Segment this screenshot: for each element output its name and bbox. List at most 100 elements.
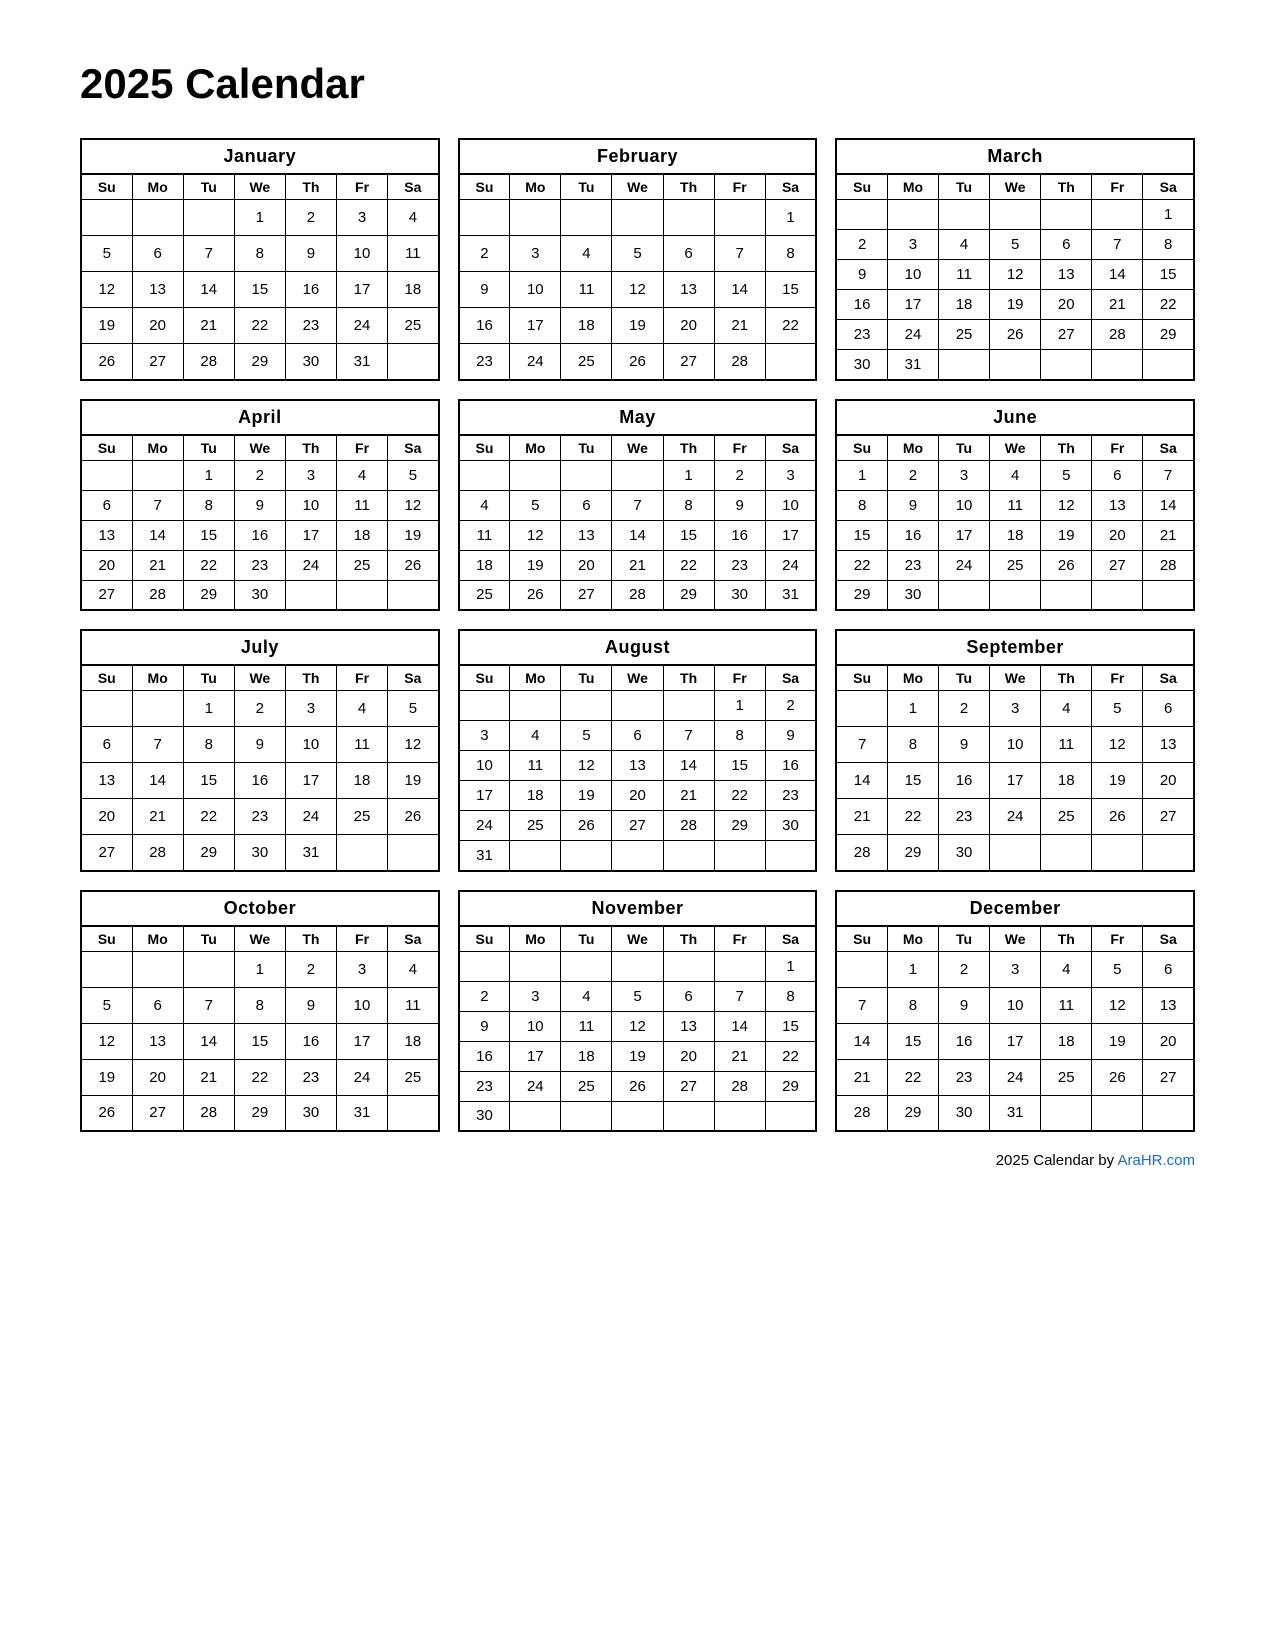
day-cell: 10 [510, 272, 561, 308]
day-cell [1041, 1095, 1092, 1131]
day-cell: 25 [459, 580, 510, 610]
day-cell: 1 [714, 691, 765, 721]
footer-link[interactable]: AraHR.com [1117, 1152, 1195, 1169]
day-cell: 11 [336, 490, 387, 520]
day-header-tu: Tu [939, 926, 990, 952]
day-cell: 12 [81, 272, 132, 308]
day-cell: 19 [388, 520, 439, 550]
day-header-mo: Mo [887, 665, 938, 691]
day-cell: 28 [714, 344, 765, 380]
day-cell [510, 1101, 561, 1131]
day-cell: 14 [1092, 260, 1143, 290]
week-row: 20212223242526 [81, 799, 439, 835]
day-cell: 22 [234, 308, 285, 344]
day-cell: 21 [836, 799, 887, 835]
day-header-we: We [234, 665, 285, 691]
day-header-sa: Sa [765, 174, 816, 200]
day-cell [836, 951, 887, 987]
day-header-su: Su [459, 174, 510, 200]
day-cell: 22 [1143, 290, 1194, 320]
week-row: 2930 [836, 580, 1194, 610]
day-cell: 17 [285, 763, 336, 799]
day-cell: 6 [81, 490, 132, 520]
day-cell: 5 [1092, 951, 1143, 987]
day-cell: 21 [714, 1041, 765, 1071]
day-cell: 8 [234, 987, 285, 1023]
day-cell: 19 [81, 308, 132, 344]
week-row: 19202122232425 [81, 308, 439, 344]
day-cell: 11 [459, 520, 510, 550]
day-cell: 29 [1143, 320, 1194, 350]
day-header-su: Su [836, 926, 887, 952]
day-cell: 11 [1041, 987, 1092, 1023]
day-cell: 27 [561, 580, 612, 610]
day-cell: 12 [510, 520, 561, 550]
day-cell: 30 [234, 580, 285, 610]
day-cell: 24 [285, 550, 336, 580]
day-header-su: Su [836, 665, 887, 691]
day-header-su: Su [81, 926, 132, 952]
day-cell: 17 [459, 781, 510, 811]
day-cell: 15 [234, 272, 285, 308]
day-cell: 11 [561, 1011, 612, 1041]
day-cell: 30 [939, 835, 990, 871]
day-cell [1092, 350, 1143, 380]
day-cell: 12 [612, 1011, 663, 1041]
day-header-mo: Mo [510, 926, 561, 952]
day-cell [663, 841, 714, 871]
day-cell: 14 [183, 272, 234, 308]
day-cell: 1 [663, 460, 714, 490]
day-header-we: We [990, 174, 1041, 200]
day-cell: 27 [81, 580, 132, 610]
day-cell: 19 [510, 550, 561, 580]
day-cell: 23 [887, 550, 938, 580]
day-cell: 13 [561, 520, 612, 550]
day-header-tu: Tu [183, 665, 234, 691]
day-cell: 23 [285, 308, 336, 344]
day-cell: 15 [765, 1011, 816, 1041]
day-cell: 21 [1092, 290, 1143, 320]
month-october: OctoberSuMoTuWeThFrSa1234567891011121314… [80, 890, 440, 1133]
day-cell [663, 691, 714, 721]
day-cell: 30 [939, 1095, 990, 1131]
day-cell: 24 [510, 344, 561, 380]
day-cell: 19 [612, 308, 663, 344]
day-cell: 10 [285, 490, 336, 520]
day-cell: 11 [561, 272, 612, 308]
day-cell: 27 [1041, 320, 1092, 350]
day-cell [81, 460, 132, 490]
day-cell: 6 [1092, 460, 1143, 490]
day-header-we: We [990, 665, 1041, 691]
day-cell: 20 [1143, 763, 1194, 799]
day-cell: 21 [612, 550, 663, 580]
day-header-mo: Mo [887, 926, 938, 952]
day-cell: 1 [183, 691, 234, 727]
day-header-mo: Mo [887, 435, 938, 461]
day-cell: 24 [887, 320, 938, 350]
day-cell: 10 [459, 751, 510, 781]
day-cell: 29 [183, 580, 234, 610]
day-cell: 7 [183, 987, 234, 1023]
day-cell: 27 [612, 811, 663, 841]
day-cell: 19 [388, 763, 439, 799]
day-header-sa: Sa [1143, 665, 1194, 691]
day-cell: 22 [887, 799, 938, 835]
week-row: 14151617181920 [836, 763, 1194, 799]
day-cell: 27 [663, 1071, 714, 1101]
day-header-we: We [234, 435, 285, 461]
day-header-th: Th [663, 435, 714, 461]
week-row: 123456 [836, 691, 1194, 727]
day-cell [81, 691, 132, 727]
day-cell: 4 [510, 721, 561, 751]
day-cell: 5 [1041, 460, 1092, 490]
day-cell: 19 [990, 290, 1041, 320]
day-cell: 6 [663, 981, 714, 1011]
week-row: 262728293031 [81, 344, 439, 380]
day-cell: 2 [836, 230, 887, 260]
day-cell: 14 [1143, 490, 1194, 520]
day-cell: 3 [336, 951, 387, 987]
month-november: NovemberSuMoTuWeThFrSa123456789101112131… [458, 890, 818, 1133]
day-header-fr: Fr [1092, 665, 1143, 691]
day-cell: 5 [81, 987, 132, 1023]
day-cell [612, 460, 663, 490]
